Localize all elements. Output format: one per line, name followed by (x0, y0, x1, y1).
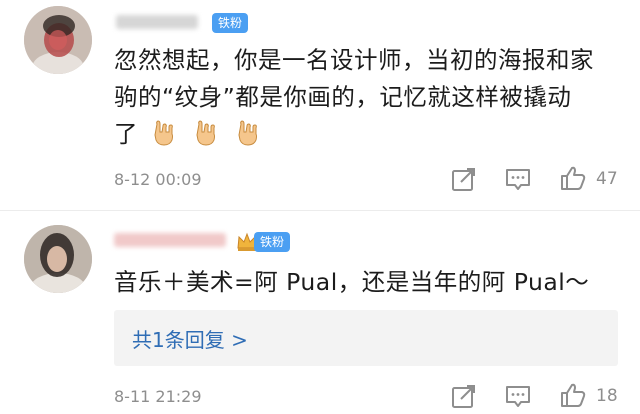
comment-icon[interactable] (505, 166, 531, 192)
rock-on-hand-emoji (196, 120, 215, 146)
comment-text-fragment: 了 (114, 120, 138, 148)
thumbs-up-icon[interactable] (560, 382, 586, 408)
comment-timestamp: 8-11 21:29 (114, 387, 202, 406)
avatar[interactable] (24, 225, 92, 293)
comment-text-line: 了 (114, 116, 624, 153)
avatar[interactable] (24, 6, 92, 74)
comment-text-line: 忽然想起，你是一名设计师，当初的海报和家 (114, 46, 594, 74)
like-count: 18 (596, 386, 618, 406)
comment-timestamp: 8-12 00:09 (114, 170, 202, 189)
share-icon[interactable] (451, 383, 477, 409)
comment-text-line: 驹的“纹身”都是你画的，记忆就这样被撬动 (114, 83, 572, 111)
comment-item: 铁粉 音乐＋美术=阿 Pual，还是当年的阿 Pual～ 共1条回复 > 8-1… (0, 211, 640, 414)
avatar-image (24, 225, 92, 293)
username-blurred[interactable] (116, 15, 198, 29)
username-blurred[interactable] (114, 233, 226, 247)
view-replies-link[interactable]: 共1条回复 > (132, 324, 248, 353)
comment-text: 音乐＋美术=阿 Pual，还是当年的阿 Pual～ (114, 264, 624, 301)
fan-badge: 铁粉 (254, 232, 291, 252)
comment-item: 铁粉 忽然想起，你是一名设计师，当初的海报和家 驹的“纹身”都是你画的，记忆就这… (0, 0, 640, 210)
comment-text-line: 音乐＋美术=阿 Pual，还是当年的阿 Pual～ (114, 268, 590, 296)
rock-on-hand-emoji (238, 120, 257, 146)
avatar-image (24, 6, 92, 74)
share-icon[interactable] (451, 166, 477, 192)
rock-on-hand-emoji (154, 120, 173, 146)
like-count: 47 (596, 169, 618, 189)
comment-text: 忽然想起，你是一名设计师，当初的海报和家 驹的“纹身”都是你画的，记忆就这样被撬… (114, 42, 624, 153)
fan-badge: 铁粉 (212, 13, 249, 33)
replies-box[interactable]: 共1条回复 > (114, 310, 618, 366)
thumbs-up-icon[interactable] (560, 165, 586, 191)
comment-icon[interactable] (505, 383, 531, 409)
